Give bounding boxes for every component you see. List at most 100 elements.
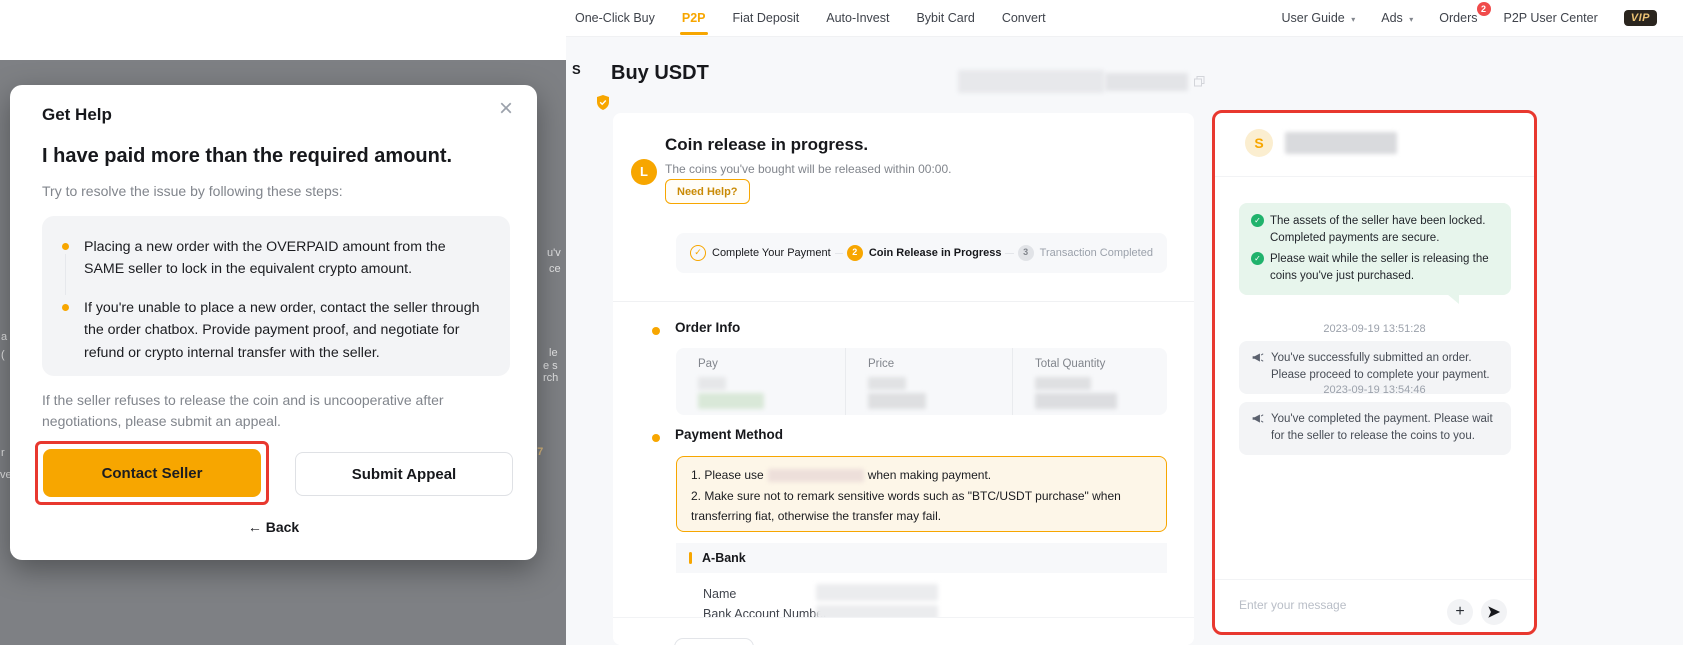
top-navigation: One-Click Buy P2P Fiat Deposit Auto-Inve… [566,0,1683,37]
help-steps-box: Placing a new order with the OVERPAID am… [42,216,510,376]
user-guide-menu[interactable]: User Guide ▾ [1282,11,1356,25]
payment-notice-box: 1. Please use when making payment. 2. Mak… [676,456,1167,532]
countdown-avatar: L [631,159,657,185]
field-label-name: Name [703,587,736,601]
progress-connector [835,253,843,254]
redacted-order-meta [1105,73,1188,91]
cutoff-button[interactable] [674,638,754,645]
occluded-text-fragment: ( [1,349,5,361]
progress-steps-bar: ✓ Complete Your Payment 2 Coin Release i… [676,233,1167,273]
copy-icon[interactable] [1194,74,1205,92]
section-bullet-icon [652,434,660,442]
notice-item: ✓ Please wait while the seller is releas… [1251,251,1499,284]
nav-tab-fiat-deposit[interactable]: Fiat Deposit [733,0,800,37]
modal-title: Get Help [42,105,112,125]
order-info-section-title: Order Info [675,320,740,335]
redacted-value [1035,393,1117,409]
nav-tab-bybit-card[interactable]: Bybit Card [916,0,974,37]
close-icon[interactable]: × [499,97,513,121]
order-col-label: Price [868,358,1012,370]
check-circle-icon: ✓ [690,245,706,261]
p2p-order-page: S One-Click Buy P2P Fiat Deposit Auto-In… [566,0,1683,645]
redacted-order-id [958,70,1104,93]
nav-tab-one-click-buy[interactable]: One-Click Buy [575,0,655,37]
progress-connector [1005,253,1013,254]
notice-text: Please wait while the seller is releasin… [1270,251,1499,284]
seller-avatar[interactable]: S [1245,129,1273,157]
help-step: If you're unable to place a new order, c… [62,297,488,364]
occluded-text-fragment: le [549,347,558,359]
progress-step-label: Complete Your Payment [712,247,831,259]
payment-notice-line1: 1. Please use when making payment. [691,465,1152,486]
need-help-button[interactable]: Need Help? [665,179,750,204]
redacted-value [868,393,926,409]
bullet-dot-icon [62,304,69,311]
contact-seller-button[interactable]: Contact Seller [43,449,261,497]
divider [1215,579,1534,580]
nav-right-group: User Guide ▾ Ads ▾ Orders 2 P2P User Cen… [1282,10,1657,26]
chat-message-input[interactable] [1239,593,1434,617]
bank-name: A-Bank [702,551,746,565]
order-info-box: Pay Price Total Quantity [676,348,1167,415]
send-icon [1487,605,1501,619]
bullet-dot-icon [62,243,69,250]
occluded-text-fragment: a [1,331,7,343]
vip-badge[interactable]: VIP [1624,10,1657,26]
back-arrow-icon: ← [248,519,262,535]
progress-step-completed: 3 Transaction Completed [1018,245,1153,261]
progress-step-label: Coin Release in Progress [869,247,1002,259]
megaphone-icon [1251,412,1264,446]
message-text: You've completed the payment. Please wai… [1271,411,1499,446]
chevron-down-icon: ▾ [1351,15,1355,24]
help-question-heading: I have paid more than the required amoun… [42,145,452,168]
page-title: Buy USDT [611,62,709,85]
send-message-button[interactable] [1481,599,1507,625]
redacted-value [816,584,938,601]
help-step-text: If you're unable to place a new order, c… [84,300,479,361]
message-timestamp: 2023-09-19 13:51:28 [1215,323,1534,335]
notice-item: ✓ The assets of the seller have been loc… [1251,213,1499,246]
megaphone-icon [1251,351,1264,385]
notice-text: 1. Please use [691,468,764,482]
occluded-text-fragment: ce [549,263,561,275]
dimmed-background-region: u'v ce le e s rch 57 a ( r ve Get Help ×… [0,0,566,645]
order-status-card: L Coin release in progress. The coins yo… [613,113,1194,645]
divider [613,301,1194,302]
occluded-text-fragment: e s [543,360,558,372]
order-status-title: Coin release in progress. [665,135,868,155]
divider [1215,176,1534,177]
occluded-text-fragment: r [1,447,5,459]
redacted-value [868,377,906,390]
attach-plus-button[interactable]: + [1447,599,1473,625]
ads-label: Ads [1381,11,1403,25]
occluded-text-fragment: u'v [547,247,561,259]
step-number-icon: 2 [847,245,863,261]
ads-menu[interactable]: Ads ▾ [1381,11,1413,25]
notice-text: when making payment. [868,468,991,482]
section-bullet-icon [652,327,660,335]
annotation-highlight-box: Contact Seller [35,441,269,505]
back-label: Back [266,519,299,535]
chevron-down-icon: ▾ [1409,15,1413,24]
help-step: Placing a new order with the OVERPAID am… [62,236,488,281]
help-subtitle: Try to resolve the issue by following th… [42,183,343,199]
nav-tab-auto-invest[interactable]: Auto-Invest [826,0,889,37]
orders-link[interactable]: Orders 2 [1439,11,1477,25]
message-timestamp: 2023-09-19 13:54:46 [1215,384,1534,396]
system-security-notice: ✓ The assets of the seller have been loc… [1239,203,1511,295]
p2p-user-center-link[interactable]: P2P User Center [1504,11,1598,25]
order-col-label: Total Quantity [1035,358,1167,370]
orders-count-badge: 2 [1477,2,1491,16]
system-message-bubble: You've completed the payment. Please wai… [1239,402,1511,455]
accent-bar [689,552,692,564]
help-step-text: Placing a new order with the OVERPAID am… [84,239,446,277]
card-footer-band [613,617,1194,645]
order-col-quantity: Total Quantity [1012,348,1167,415]
redacted-value [698,393,764,409]
submit-appeal-button[interactable]: Submit Appeal [295,452,513,496]
nav-tab-p2p[interactable]: P2P [682,0,706,37]
back-link[interactable]: ← Back [10,519,537,535]
order-col-label: Pay [698,358,845,370]
nav-tab-convert[interactable]: Convert [1002,0,1046,37]
payment-notice-line2: 2. Make sure not to remark sensitive wor… [691,486,1152,527]
